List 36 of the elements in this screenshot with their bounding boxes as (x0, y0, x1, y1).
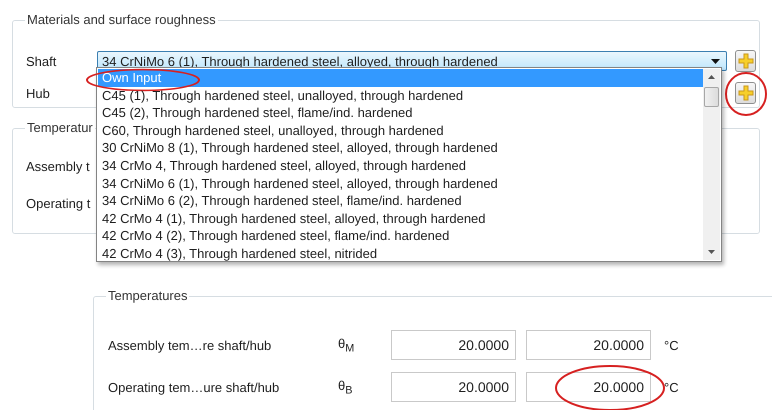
input-field[interactable]: 20.0000 (526, 330, 651, 360)
list-item[interactable]: 34 CrNiMo 6 (1), Through hardened steel, alloyed, through hardened (98, 174, 703, 192)
field-label: Assembly tem…re shaft/hub (108, 338, 272, 352)
field-label: Shaft (26, 54, 58, 68)
list-item[interactable]: C45 (1), Through hardened steel, unalloyed, through hardened (98, 86, 703, 104)
add-button[interactable] (735, 50, 756, 72)
symbol-label: θ$_{B}$ (338, 378, 354, 396)
input-field[interactable]: 20.0000 (391, 330, 516, 360)
field-label: Operating t (26, 196, 90, 212)
input-field[interactable]: 20.0000 (526, 372, 651, 402)
scroll-down-icon[interactable] (708, 250, 715, 254)
list-item[interactable]: 34 CrNiMo 6 (2), Through hardened steel, flame/ind. hardened (98, 192, 703, 210)
list-item[interactable]: C45 (2), Through hardened steel, flame/ind. hardened (98, 104, 703, 122)
group-title: Temperatur (25, 120, 95, 136)
unit-label: °C (664, 338, 679, 352)
list-item[interactable]: 30 CrNiMo 8 (1), Through hardened steel, alloyed, through hardened (98, 139, 703, 157)
group-title: Materials and surface roughness (25, 12, 218, 28)
group-title: Temperatures (106, 288, 190, 304)
add-button[interactable] (735, 82, 756, 104)
list-item[interactable]: 34 CrMo 4, Through hardened steel, alloyed, through hardened (98, 156, 703, 175)
input-field[interactable]: 20.0000 (391, 372, 516, 402)
field-label: Operating tem…ure shaft/hub (108, 380, 280, 394)
scrollbar[interactable] (703, 69, 720, 260)
list-item[interactable]: C60, Through hardened steel, unalloyed, through hardened (98, 122, 703, 140)
list-item[interactable]: 42 CrMo 4 (3), Through hardened steel, nitrided (98, 244, 703, 263)
plus-icon (738, 85, 754, 101)
scroll-up-icon[interactable] (708, 75, 715, 79)
field-label: Hub (26, 86, 51, 100)
list-item[interactable]: 42 CrMo 4 (1), Through hardened steel, alloyed, through hardened (98, 210, 703, 228)
symbol-label: θ$_{M}$ (338, 336, 356, 354)
caret-icon (711, 58, 720, 64)
field-label: Assembly t (26, 159, 90, 175)
unit-label: °C (664, 380, 679, 394)
plus-icon (738, 53, 754, 69)
list-item[interactable]: 42 CrMo 4 (2), Through hardened steel, flame/ind. hardened (98, 227, 703, 245)
scrollbar-thumb[interactable] (704, 87, 719, 107)
